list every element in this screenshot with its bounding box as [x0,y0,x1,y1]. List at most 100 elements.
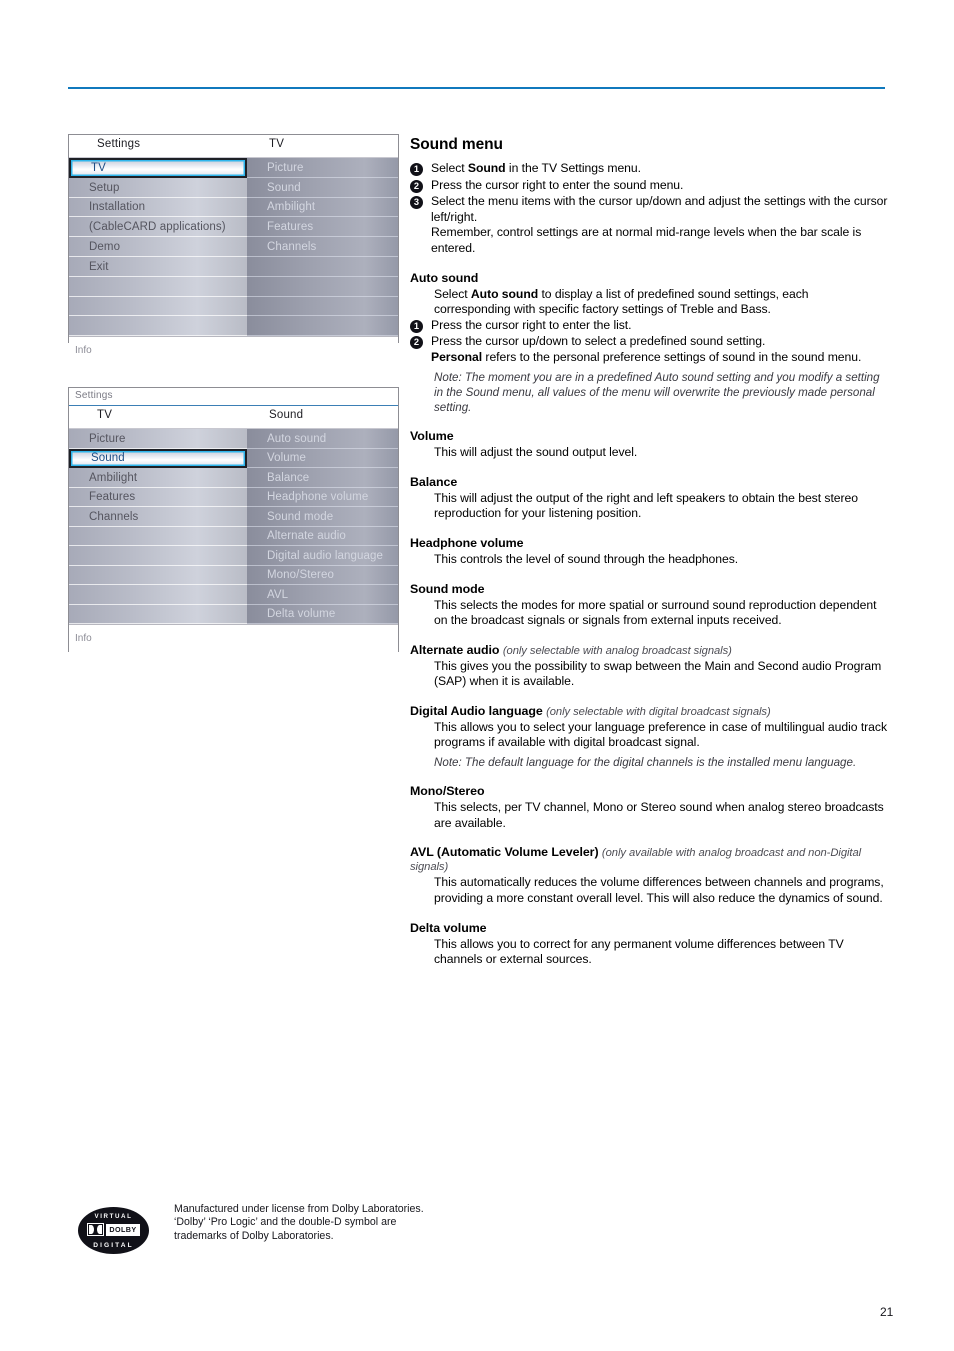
osd-item-label: Features [89,491,136,504]
page-top-rule [68,87,885,89]
sound-settings-right-item-volume[interactable]: Volume [247,449,398,468]
section-heading: Mono/Stereo [410,784,485,799]
osd-info-bar: Info [69,624,398,656]
osd-right-column: Picture Sound Ambilight Features Channels [247,158,398,337]
section-note: Note: The default language for the digit… [434,756,857,770]
tv-settings-left-item-tv[interactable]: TV [69,158,247,178]
section-heading: Alternate audio (only selectable with an… [410,642,732,657]
tv-settings-left-item-cablecard-applications[interactable]: (CableCARD applications) [69,217,247,238]
sound-settings-right-item-sound-mode[interactable]: Sound mode [247,507,398,527]
section-heading: Sound mode [410,581,485,596]
section-body-text: This will adjust the output of the right… [434,490,858,521]
dolby-logo-word: DOLBY [106,1223,140,1236]
step-text: Press the cursor right to enter the soun… [431,177,684,192]
osd-body: Picture Sound Ambilight Features Channels Au… [69,429,398,624]
tv-settings-right-item-empty [247,316,398,337]
sound-settings-osd-panel: Settings TV Sound Picture Sound Ambilight F… [68,387,399,656]
tv-settings-left-item-demo[interactable]: Demo [69,237,247,257]
tv-settings-right-item-sound[interactable]: Sound [247,178,398,198]
sound-settings-right-item-alternate-audio[interactable]: Alternate audio [247,527,398,546]
tv-settings-right-item-picture[interactable]: Picture [247,158,398,178]
sound-settings-right-item-balance[interactable]: Balance [247,468,398,488]
tv-settings-right-item-features[interactable]: Features [247,217,398,238]
osd-item-label: Exit [89,260,109,273]
section-heading: Volume [410,429,454,444]
section-body-text: This will adjust the sound output level. [434,445,638,460]
sound-settings-left-item-picture[interactable]: Picture [69,429,247,449]
osd-column-headers: Settings TV [69,135,398,158]
instruction-step: 3 Select the menu items with the cursor u… [410,194,888,256]
sound-settings-left-item-channels[interactable]: Channels [69,507,247,527]
dolby-logo-virtual-text: VIRTUAL [94,1213,133,1220]
tv-settings-right-item-channels[interactable]: Channels [247,237,398,257]
sound-settings-right-item-auto-sound[interactable]: Auto sound [247,429,398,449]
sound-settings-left-item-empty [69,527,247,546]
osd-item-label: Volume [267,452,306,465]
sound-settings-left-item-empty [69,605,247,624]
page-title: Sound menu [410,136,503,153]
osd-header-settings: Settings [97,138,141,150]
dolby-digital-logo-icon: VIRTUAL DOLBY DIGITAL [78,1207,149,1254]
osd-info-label: Info [75,633,92,644]
sound-settings-left-item-empty [69,566,247,585]
step-number-badge: 3 [410,196,423,210]
osd-item-label: Auto sound [267,432,327,445]
osd-item-label: Channels [267,240,317,253]
intro-step-list: 1 Select Sound in the TV Settings menu. 2 P… [410,161,888,257]
tv-settings-left-item-installation[interactable]: Installation [69,198,247,218]
osd-item-label: Sound mode [267,510,334,523]
sound-settings-right-item-digital-audio-language[interactable]: Digital audio language [247,546,398,566]
osd-breadcrumb: Settings [69,388,398,406]
section-heading: Digital Audio language (only selectable … [410,703,771,718]
section-qualifier: (only selectable with analog broadcast s… [502,644,732,657]
osd-item-label: Delta volume [267,608,336,621]
page-number: 21 [880,1305,894,1319]
tv-settings-right-item-ambilight[interactable]: Ambilight [247,198,398,218]
osd-breadcrumb-label: Settings [75,390,113,401]
sound-settings-left-item-ambilight[interactable]: Ambilight [69,468,247,488]
osd-column-headers: TV Sound [69,406,398,429]
step-text: Select Sound in the TV Settings menu. [431,161,641,175]
step-text: Press the cursor up/down to select a pre… [431,334,862,364]
osd-item-label: (CableCARD applications) [89,221,226,234]
tv-settings-left-item-exit[interactable]: Exit [69,257,247,277]
section-body-text: This controls the level of sound through… [434,551,739,566]
osd-left-column: Picture Sound Ambilight Features Channels [69,429,247,624]
dolby-trademark-notice: Manufactured under license from Dolby La… [174,1203,504,1243]
osd-right-column: Auto sound Volume Balance Headphone volume S… [247,429,398,624]
footer-text-line: ‘Dolby’ ‘Pro Logic’ and the double-D sym… [174,1216,397,1229]
osd-item-label: Features [267,221,314,234]
osd-item-label: Mono/Stereo [267,569,334,582]
dolby-logo-digital-text: DIGITAL [93,1242,134,1249]
osd-info-label: Info [75,345,92,357]
osd-item-label: AVL [267,588,289,601]
section-heading: Delta volume [410,920,487,935]
section-note: Note: The moment you are in a predefined… [434,370,880,414]
instruction-step: 1 Press the cursor right to enter the lis… [410,318,888,334]
osd-info-bar: Info [69,336,398,369]
tv-settings-right-item-empty [247,297,398,317]
osd-item-label: TV [91,161,106,174]
step-number-badge: 1 [410,319,423,333]
sound-settings-left-item-sound[interactable]: Sound [69,448,247,468]
sound-settings-right-item-avl[interactable]: AVL [247,585,398,605]
section-body-text: This gives you the possibility to swap b… [434,658,882,689]
footer-text-line: trademarks of Dolby Laboratories. [174,1229,334,1242]
section-body-text: This selects the modes for more spatial … [434,597,877,628]
section-heading: Headphone volume [410,535,524,550]
sound-settings-left-item-empty [69,585,247,605]
sound-settings-right-item-headphone-volume[interactable]: Headphone volume [247,488,398,507]
osd-body: TV Setup Installation (CableCARD applicatio… [69,158,398,337]
tv-settings-right-item-empty [247,277,398,297]
tv-settings-left-item-empty [69,297,247,317]
section-heading: Balance [410,474,458,489]
sound-settings-left-item-features[interactable]: Features [69,488,247,507]
osd-item-label: Balance [267,471,310,484]
section-list: Auto sound Select Auto sound to display a… [410,271,888,968]
step-text: Press the cursor right to enter the list… [431,317,632,332]
osd-header-sound: Sound [269,409,304,421]
sound-settings-right-item-delta-volume[interactable]: Delta volume [247,605,398,624]
dolby-double-d-icon: DOLBY [78,1223,149,1236]
tv-settings-left-item-setup[interactable]: Setup [69,178,247,198]
sound-settings-right-item-mono-stereo[interactable]: Mono/Stereo [247,566,398,585]
